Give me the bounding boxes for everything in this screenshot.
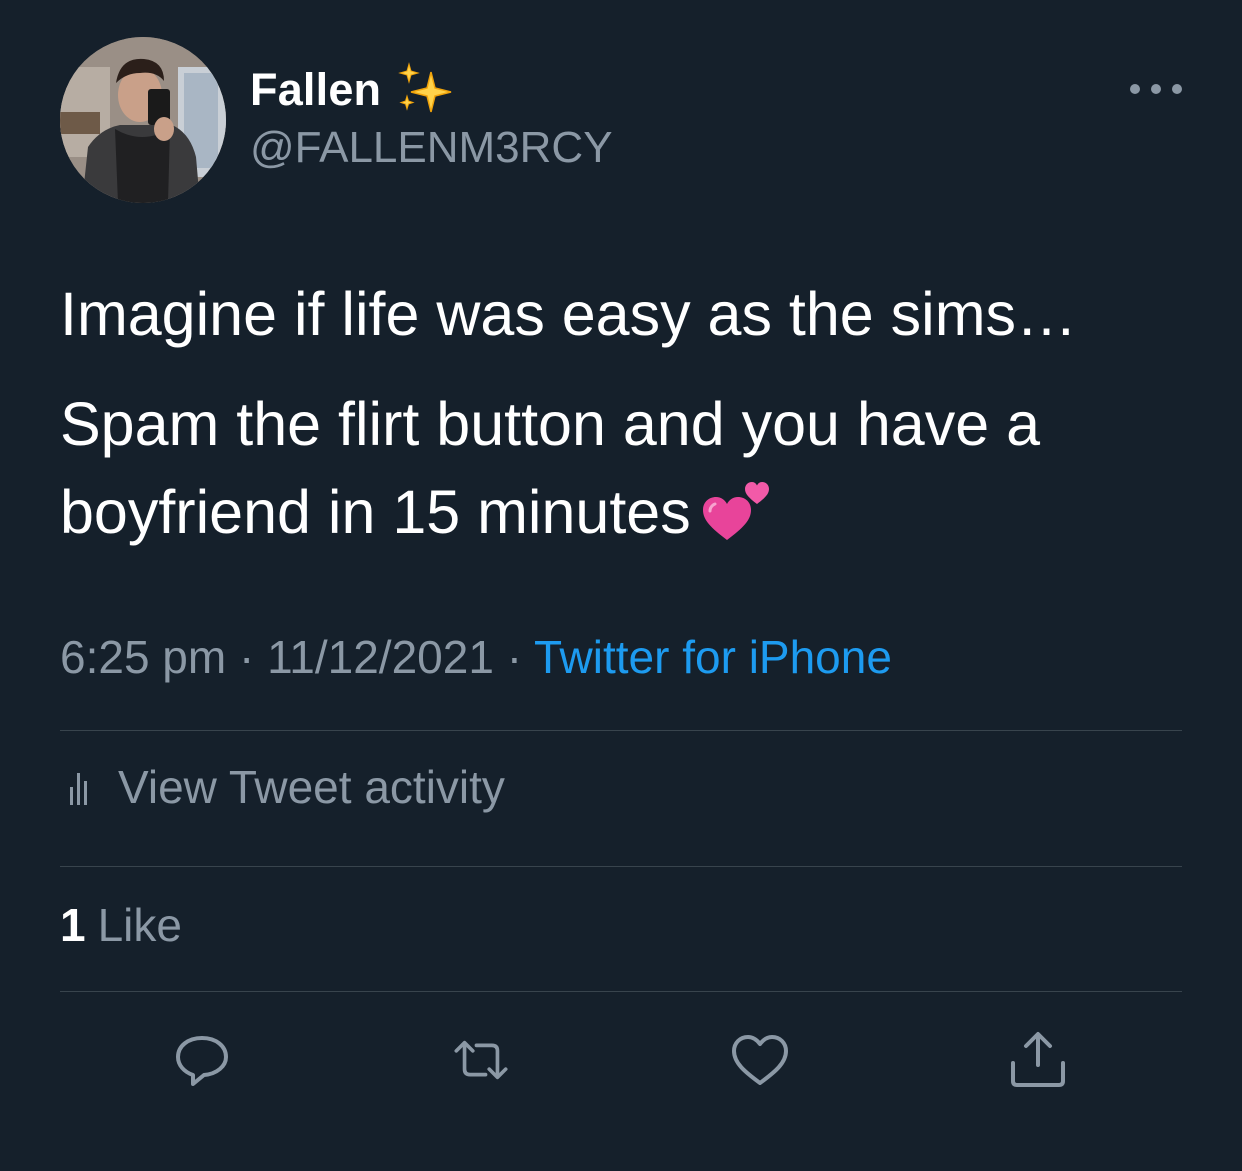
author-display-name[interactable]: Fallen [250, 64, 381, 116]
more-dot-icon [1172, 84, 1182, 94]
retweet-icon [454, 1040, 508, 1080]
view-tweet-activity-button[interactable]: View Tweet activity [60, 760, 505, 814]
view-tweet-activity-label: View Tweet activity [118, 761, 505, 813]
more-options-button[interactable] [1130, 72, 1182, 106]
reply-button[interactable] [170, 1028, 234, 1092]
more-dot-icon [1151, 84, 1161, 94]
tweet-date[interactable]: 11/12/2021 [267, 631, 494, 683]
reply-icon [176, 1036, 228, 1086]
likes-label: Like [97, 899, 182, 951]
divider [60, 991, 1182, 992]
tweet-action-bar [0, 1028, 1242, 1092]
tweet-time[interactable]: 6:25 pm [60, 631, 226, 683]
tweet-text-line-1: Imagine if life was easy as the sims… [60, 280, 1078, 348]
tweet-text-line-2: Spam the flirt button and you have a [60, 390, 1041, 458]
tweet-text-line-3: boyfriend in 15 minutes [60, 478, 691, 546]
share-icon [1011, 1032, 1065, 1087]
tweet-meta: 6:25 pm · 11/12/2021 · Twitter for iPhon… [60, 630, 892, 684]
author-handle[interactable]: @FALLENM3RCY [250, 123, 613, 173]
avatar-photo [60, 37, 226, 203]
more-dot-icon [1130, 84, 1140, 94]
meta-separator: · [493, 631, 534, 683]
meta-separator: · [226, 631, 268, 683]
tweet-source-link[interactable]: Twitter for iPhone [534, 631, 892, 683]
sparkles-icon [395, 62, 455, 118]
likes-count-link[interactable]: 1 Like [60, 898, 182, 952]
author-name-row[interactable]: Fallen [250, 62, 455, 118]
heart-icon [732, 1035, 788, 1085]
likes-count: 1 [60, 899, 86, 951]
like-button[interactable] [728, 1028, 792, 1092]
analytics-icon [60, 765, 96, 809]
tweet-text-line-3-container: boyfriend in 15 minutes [60, 468, 1190, 556]
two-hearts-icon [701, 479, 773, 543]
retweet-button[interactable] [449, 1028, 513, 1092]
avatar[interactable] [60, 37, 226, 203]
share-button[interactable] [1006, 1028, 1070, 1092]
tweet-detail: Fallen @FALLENM3RCY Imagine if life was … [0, 0, 1242, 1171]
divider [60, 730, 1182, 731]
divider [60, 866, 1182, 867]
